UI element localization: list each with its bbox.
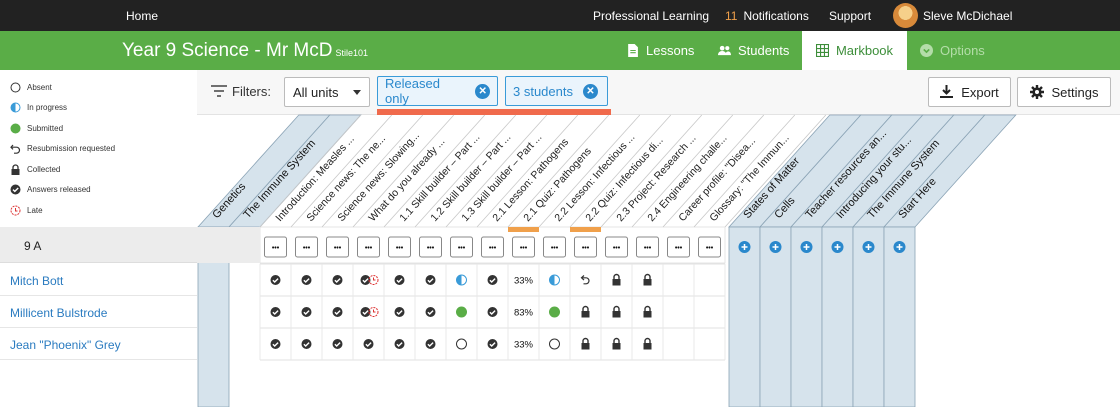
- document-icon: [628, 44, 638, 57]
- late-icon: [10, 205, 21, 216]
- legend-item-answers_released: Answers released: [10, 183, 91, 197]
- legend-label: Late: [27, 205, 43, 215]
- notifications-link[interactable]: 11 Notifications: [725, 9, 809, 23]
- filter-chip-students[interactable]: 3 students ✕: [505, 76, 608, 106]
- student-row[interactable]: Millicent Bulstrode: [0, 296, 197, 328]
- tab-markbook-label: Markbook: [835, 43, 894, 58]
- legend-label: Answers released: [27, 185, 91, 194]
- filter-chip-released[interactable]: Released only ✕: [377, 76, 498, 106]
- in-progress-icon: [10, 102, 21, 113]
- home-link[interactable]: Home: [126, 9, 158, 23]
- close-icon[interactable]: ✕: [583, 83, 598, 99]
- course-header: Year 9 Science - Mr McD Stile101 Lessons …: [0, 31, 1120, 70]
- legend-label: Submitted: [27, 123, 64, 133]
- tab-students[interactable]: Students: [718, 31, 789, 70]
- notifications-label: Notifications: [743, 9, 809, 23]
- group-row: 9 A: [0, 227, 197, 263]
- settings-button[interactable]: Settings: [1017, 77, 1111, 107]
- users-icon: [718, 45, 731, 56]
- top-bar: Home Professional Learning 11 Notificatio…: [0, 0, 1120, 31]
- student-row[interactable]: Jean "Phoenix" Grey: [0, 328, 197, 360]
- legend-label: Absent: [27, 82, 52, 92]
- tab-students-label: Students: [738, 43, 790, 58]
- support-link[interactable]: Support: [829, 9, 871, 23]
- caret-down-icon: [353, 89, 361, 95]
- legend-item-collected: Collected: [10, 162, 60, 176]
- course-title: Year 9 Science - Mr McD: [122, 40, 333, 61]
- unit-select[interactable]: All units: [284, 77, 370, 107]
- close-icon[interactable]: ✕: [475, 83, 490, 99]
- avatar[interactable]: [893, 3, 918, 28]
- grid-icon: [815, 44, 829, 57]
- export-label: Export: [961, 84, 999, 100]
- download-icon: [940, 85, 954, 98]
- legend-item-absent: Absent: [10, 80, 52, 94]
- tab-options-label: Options: [940, 43, 985, 58]
- tab-markbook[interactable]: Markbook: [802, 31, 907, 70]
- absent-icon: [10, 82, 21, 93]
- legend-item-submitted: Submitted: [10, 121, 63, 135]
- settings-label: Settings: [1051, 84, 1099, 100]
- notifications-count: 11: [725, 9, 738, 23]
- legend-label: Collected: [27, 164, 61, 174]
- professional-learning-link[interactable]: Professional Learning: [593, 9, 709, 23]
- tab-lessons-label: Lessons: [646, 43, 695, 58]
- unit-select-value: All units: [293, 84, 339, 100]
- user-name[interactable]: Sleve McDichael: [923, 9, 1012, 23]
- tab-options[interactable]: Options: [920, 31, 985, 70]
- markbook-grid: [197, 115, 1120, 407]
- filter-icon: [211, 85, 227, 97]
- legend-label: In progress: [27, 103, 68, 112]
- legend-item-late: Late: [10, 203, 43, 217]
- export-button[interactable]: Export: [928, 77, 1011, 107]
- filter-chip-released-label: Released only: [385, 76, 440, 106]
- legend-label: Resubmission requested: [27, 144, 116, 153]
- legend-item-resubmission: Resubmission requested: [10, 142, 115, 156]
- filter-bar: Filters: All units Released only ✕ 3 stu…: [197, 70, 1120, 115]
- group-name: 9 A: [24, 239, 42, 253]
- status-legend: Absent In progress Submitted Resubmission r…: [0, 70, 197, 227]
- legend-item-in_progress: In progress: [10, 101, 67, 115]
- filters-label: Filters:: [232, 84, 271, 99]
- collected-icon: [10, 163, 21, 175]
- submitted-icon: [10, 123, 21, 134]
- student-row[interactable]: Mitch Bott: [0, 264, 197, 296]
- page-title: Year 9 Science - Mr McD Stile101: [122, 40, 368, 62]
- filter-chip-students-label: 3 students: [513, 83, 573, 99]
- answers-released-icon: [10, 184, 21, 195]
- chevron-circle-icon: [920, 44, 933, 57]
- tab-lessons[interactable]: Lessons: [626, 31, 694, 70]
- gear-icon: [1029, 85, 1044, 99]
- resubmission-icon: [10, 143, 21, 154]
- course-subtitle: Stile101: [335, 48, 369, 58]
